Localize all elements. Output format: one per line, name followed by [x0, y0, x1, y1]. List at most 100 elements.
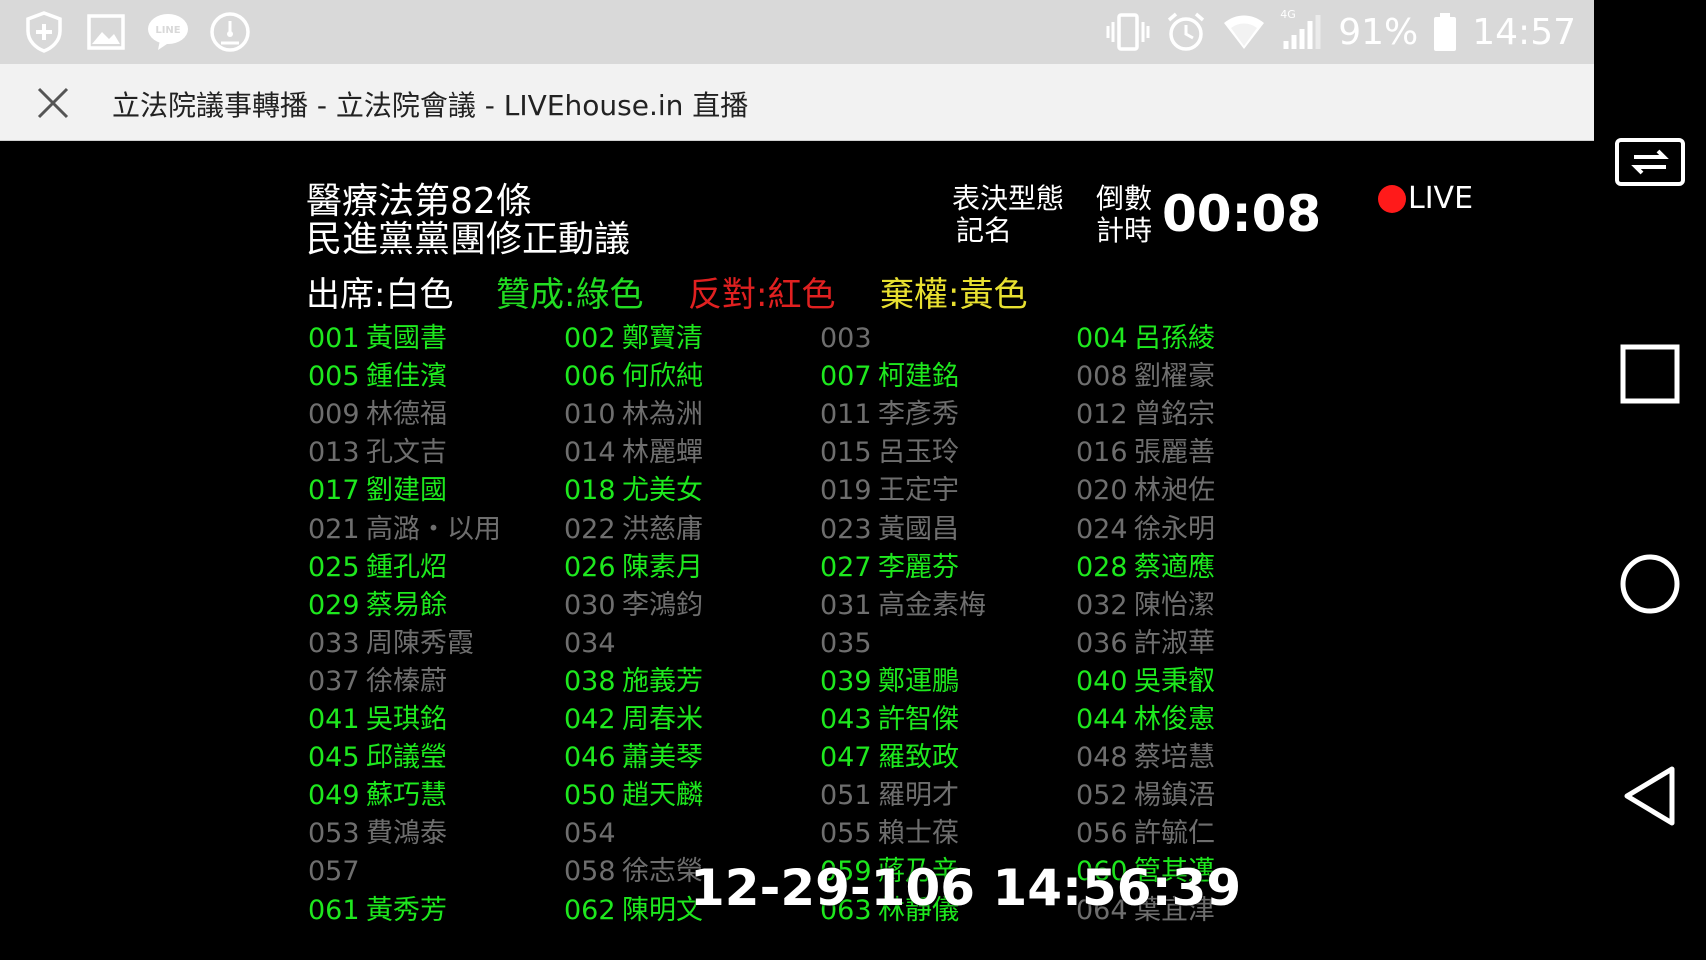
legislator-name: 洪慈庸	[622, 513, 703, 545]
legislator-name: 林俊憲	[1134, 704, 1215, 735]
seat-number: 025	[308, 551, 360, 583]
live-label: LIVE	[1408, 181, 1474, 216]
seat-057: 057	[308, 856, 366, 888]
screen-rotate-icon[interactable]	[1614, 126, 1686, 198]
seat-number: 049	[308, 780, 360, 812]
legislator-name: 徐永明	[1134, 513, 1215, 545]
seat-number: 017	[308, 475, 360, 507]
seat-040: 040 吳秉叡	[1076, 666, 1215, 698]
seat-number: 009	[308, 399, 360, 431]
seat-005: 005 鍾佳濱	[308, 361, 447, 393]
legislator-name: 陳素月	[622, 551, 703, 583]
seat-number: 032	[1076, 589, 1128, 621]
seat-number: 051	[820, 780, 872, 812]
seat-number: 044	[1076, 704, 1128, 735]
close-icon[interactable]	[30, 80, 76, 126]
seat-number: 033	[308, 627, 360, 659]
seat-number: 061	[308, 894, 360, 926]
seat-014: 014 林麗蟬	[564, 437, 703, 469]
battery-percent: 91%	[1338, 11, 1419, 53]
legislator-name: 蕭美琴	[622, 742, 703, 774]
seat-number: 023	[820, 513, 872, 545]
seat-number: 010	[564, 399, 616, 431]
legend-present: 出席:白色	[306, 275, 454, 315]
seat-number: 047	[820, 742, 872, 774]
legislator-name: 陳怡潔	[1134, 589, 1215, 621]
seat-025: 025 鍾孔炤	[308, 552, 447, 584]
legislator-name: 鍾佳濱	[366, 361, 447, 393]
seat-number: 041	[308, 704, 360, 735]
seat-number: 043	[820, 704, 872, 735]
seat-number: 028	[1076, 551, 1128, 583]
seat-number: 040	[1076, 665, 1128, 697]
seat-number: 045	[308, 742, 360, 774]
legislator-name: 羅致政	[878, 742, 959, 774]
wifi-icon	[1222, 10, 1266, 54]
seat-047: 047 羅致政	[820, 742, 959, 774]
seat-048: 048 蔡培慧	[1076, 742, 1215, 774]
browser-title-bar: 立法院議事轉播 - 立法院會議 - LIVEhouse.in 直播	[0, 64, 1594, 141]
seat-033: 033 周陳秀霞	[308, 628, 474, 660]
legislator-name: 李彥秀	[878, 399, 959, 431]
legislator-name: 費鴻泰	[366, 818, 447, 850]
seat-number: 019	[820, 475, 872, 507]
seat-number: 012	[1076, 399, 1128, 431]
home-icon[interactable]	[1614, 548, 1686, 620]
legislator-name: 楊鎮浯	[1134, 780, 1215, 812]
seat-041: 041 吳琪銘	[308, 704, 447, 736]
seat-number: 026	[564, 551, 616, 583]
seat-046: 046 蕭美琴	[564, 742, 703, 774]
seat-032: 032 陳怡潔	[1076, 590, 1215, 622]
back-icon[interactable]	[1614, 760, 1686, 832]
seat-055: 055 賴士葆	[820, 818, 959, 850]
seat-number: 053	[308, 818, 360, 850]
page-title: 立法院議事轉播 - 立法院會議 - LIVEhouse.in 直播	[112, 89, 749, 122]
legislator-name: 黃秀芳	[366, 894, 447, 926]
seat-054: 054	[564, 818, 622, 850]
seat-062: 062 陳明文	[564, 895, 703, 927]
seat-042: 042 周春米	[564, 704, 703, 736]
legislator-name: 高潞・以用	[366, 513, 501, 545]
countdown-label: 倒數計時	[1096, 182, 1153, 247]
legislator-name: 趙天麟	[622, 780, 703, 812]
legislator-name: 鍾孔炤	[366, 551, 447, 583]
seat-023: 023 黃國昌	[820, 514, 959, 546]
seat-number: 035	[820, 627, 872, 659]
legislator-name: 蔡培慧	[1134, 742, 1215, 774]
navigation-bar	[1594, 0, 1706, 960]
legislator-name: 許淑華	[1134, 627, 1215, 659]
legend-no: 反對:紅色	[688, 275, 836, 315]
seat-number: 046	[564, 742, 616, 774]
legislator-name: 許毓仁	[1134, 818, 1215, 850]
vote-type-value: 記名	[956, 214, 1013, 247]
seat-051: 051 羅明才	[820, 780, 959, 812]
seat-030: 030 李鴻鈞	[564, 590, 703, 622]
network-type-label: 4G	[1280, 8, 1296, 21]
seat-number: 018	[564, 475, 616, 507]
gauge-icon	[208, 10, 252, 54]
seat-037: 037 徐榛蔚	[308, 666, 447, 698]
seat-number: 055	[820, 818, 872, 850]
seat-number: 052	[1076, 780, 1128, 812]
seat-035: 035	[820, 628, 878, 660]
seat-number: 048	[1076, 742, 1128, 774]
motion-title: 民進黨黨團修正動議	[306, 219, 631, 260]
seat-061: 061 黃秀芳	[308, 895, 447, 927]
gallery-icon	[84, 10, 128, 54]
seat-056: 056 許毓仁	[1076, 818, 1215, 850]
seat-number: 015	[820, 437, 872, 469]
signal-4g-icon: 4G	[1280, 8, 1324, 54]
seat-024: 024 徐永明	[1076, 514, 1215, 546]
seat-number: 005	[308, 361, 360, 393]
vote-type: 表決型態 記名	[952, 183, 1064, 247]
recents-icon[interactable]	[1614, 338, 1686, 410]
video-player[interactable]: 醫療法第82條 民進黨黨團修正動議 表決型態 記名 倒數計時 00:08 LIV…	[0, 141, 1594, 960]
seat-number: 034	[564, 627, 616, 659]
seat-number: 001	[308, 323, 360, 354]
seat-043: 043 許智傑	[820, 704, 959, 736]
legislator-name: 林為洲	[622, 399, 703, 431]
legislator-name: 柯建銘	[878, 361, 959, 393]
seat-010: 010 林為洲	[564, 399, 703, 431]
seat-001: 001 黃國書	[308, 323, 447, 355]
seat-number: 002	[564, 323, 616, 354]
